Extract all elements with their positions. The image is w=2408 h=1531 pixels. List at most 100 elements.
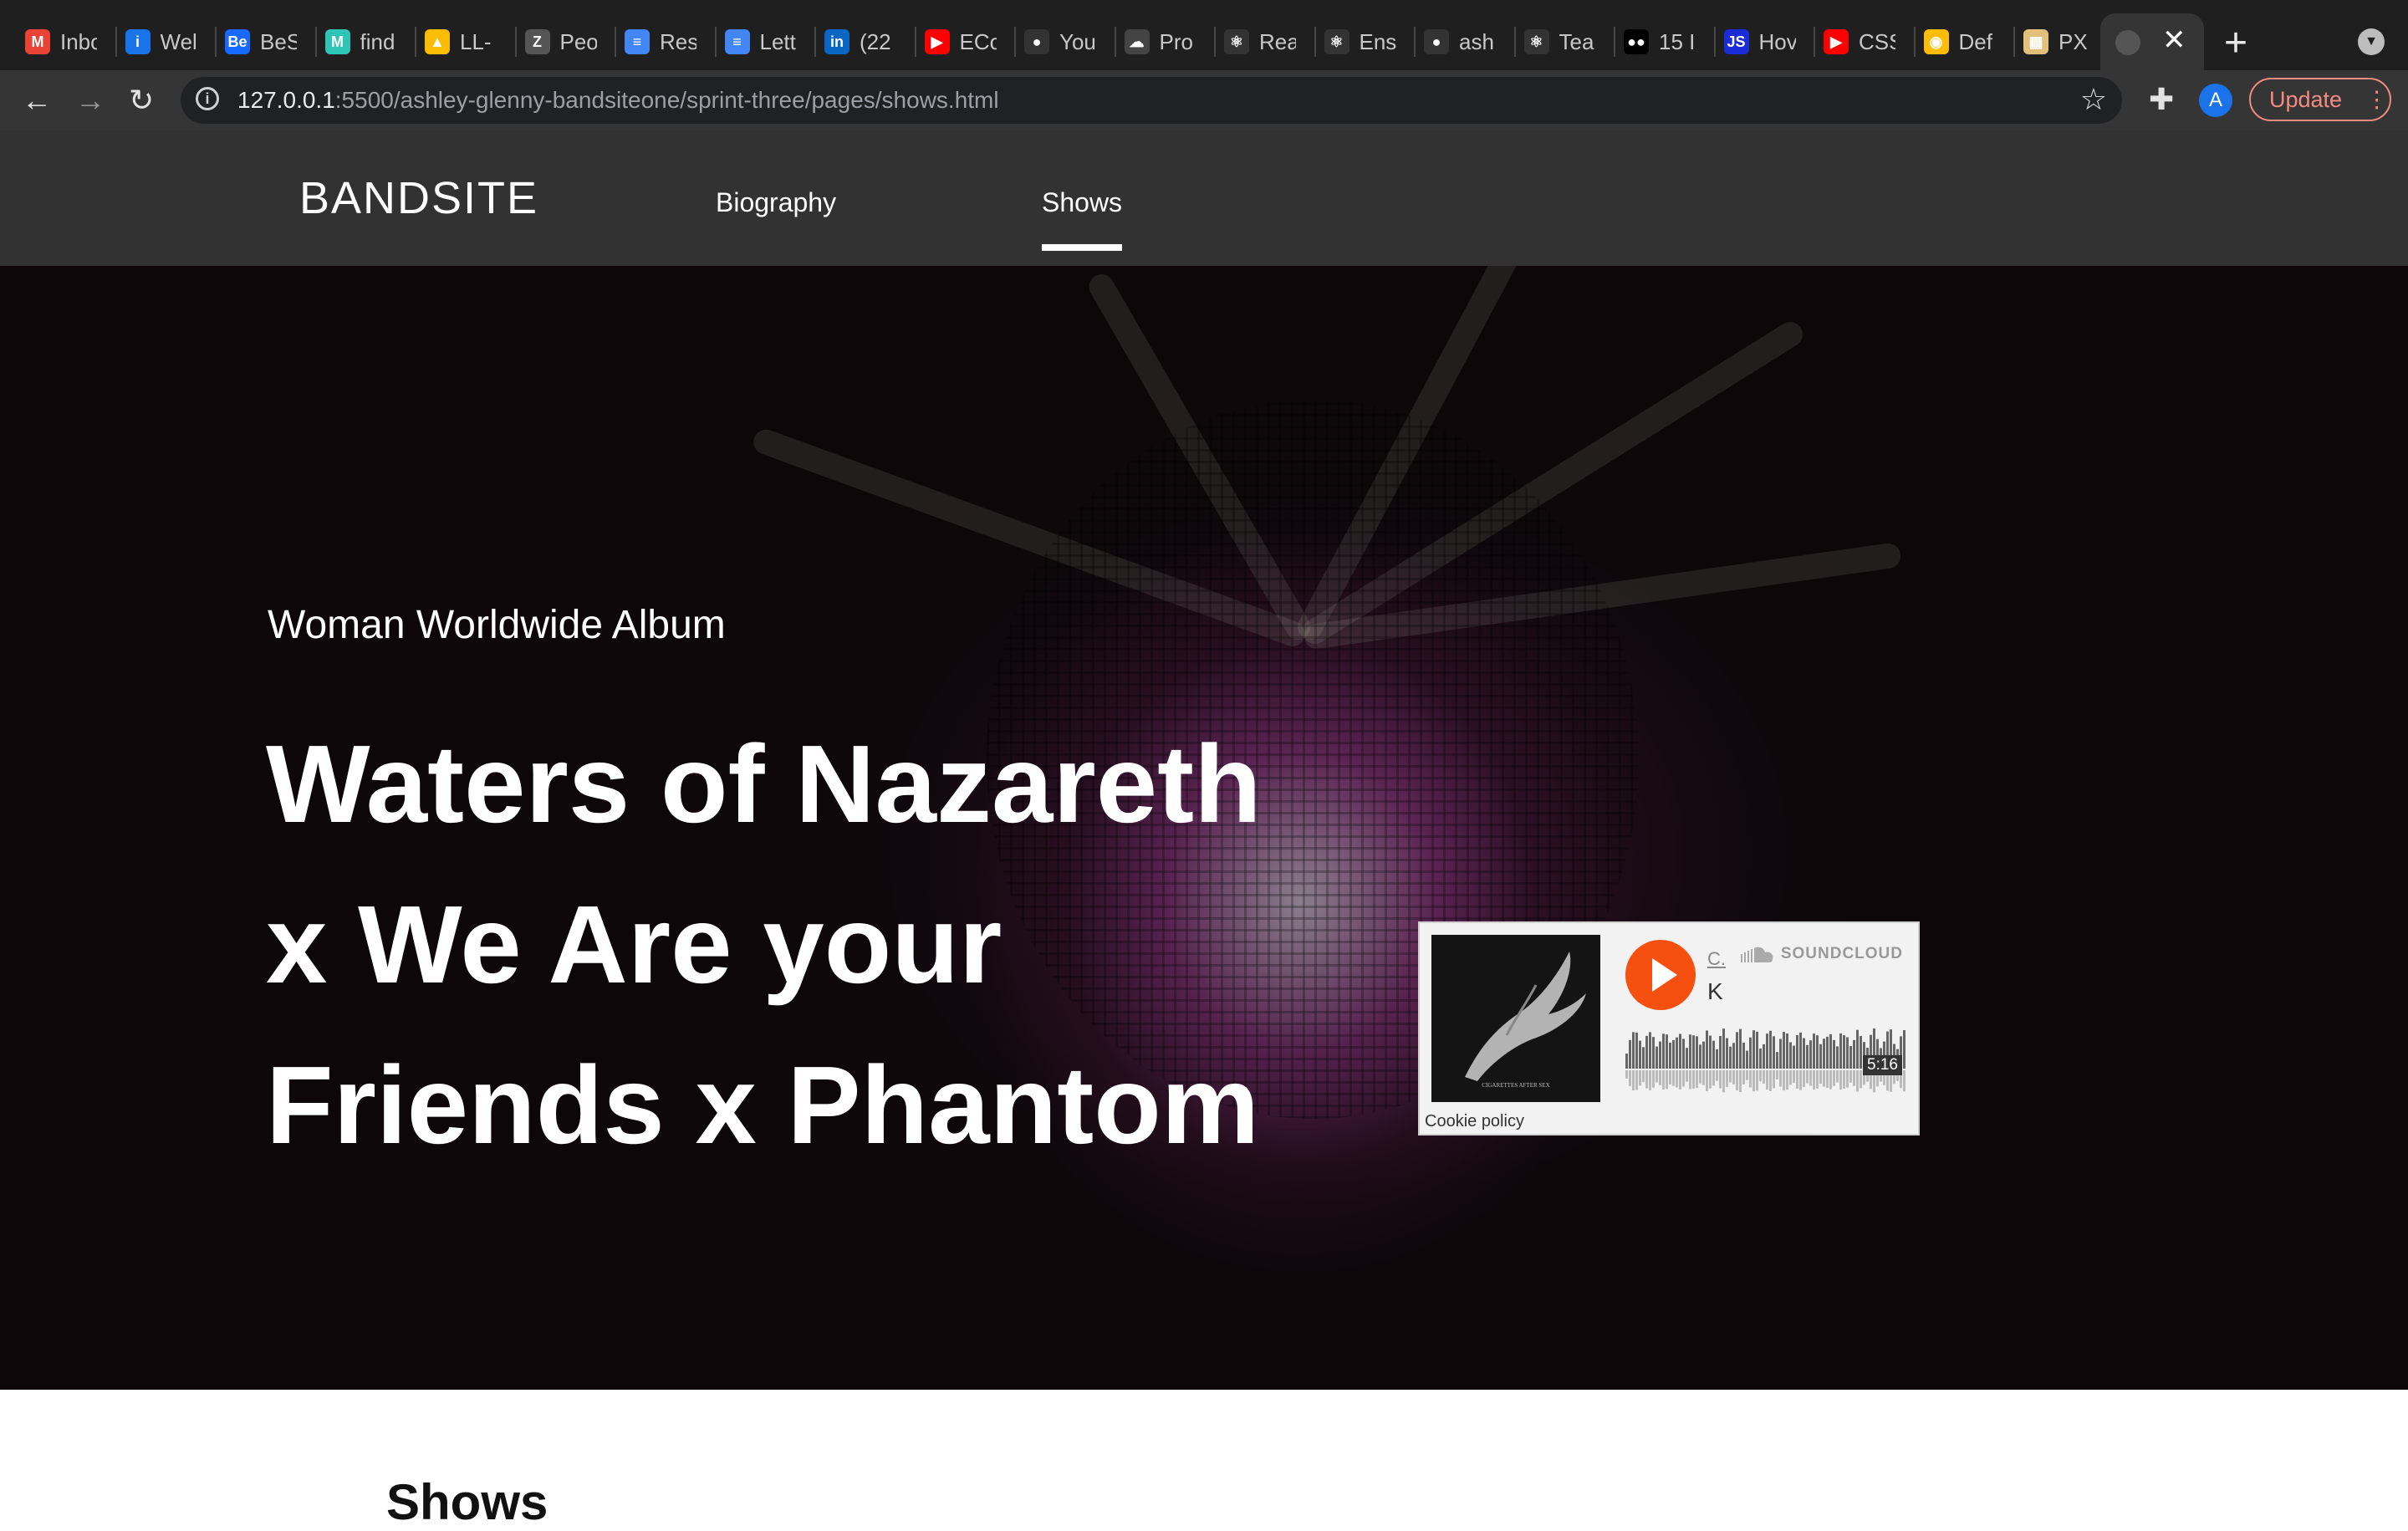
back-icon[interactable]: ← [22, 80, 52, 120]
browser-tab[interactable]: M Inbo [25, 18, 97, 65]
play-button[interactable] [1625, 940, 1696, 1010]
browser-tab[interactable]: ▶ CSS [1824, 18, 1895, 65]
tab-separator [1414, 27, 1416, 57]
waveform-bar [1699, 1044, 1701, 1069]
waveform-reflection [1796, 1070, 1798, 1090]
browser-tab-label: PX [2059, 28, 2088, 54]
waveform-bar [1742, 1042, 1745, 1069]
waveform-reflection [1739, 1070, 1742, 1093]
browser-tab[interactable]: ● You [1024, 18, 1096, 65]
browser-tab[interactable]: ⚛ Tea [1523, 18, 1596, 65]
browser-tab[interactable]: ≡ Lett [724, 18, 797, 65]
soundcloud-brand[interactable]: SOUNDCLOUD [1740, 945, 1903, 963]
waveform-reflection [1676, 1070, 1678, 1088]
browser-tab[interactable]: JS Hov [1723, 18, 1796, 65]
tab-separator [1114, 27, 1116, 57]
waveform-reflection [1776, 1070, 1778, 1079]
track-title[interactable]: K [1707, 978, 1723, 1005]
browser-tab[interactable]: Mfind [324, 18, 397, 65]
waveform-reflection [1632, 1070, 1635, 1091]
browser-tab[interactable]: ≡ Res [625, 18, 696, 65]
browser-tab[interactable]: ☁ Pro [1124, 18, 1196, 65]
site-logo[interactable]: BANDSITE [299, 172, 538, 224]
waveform-bar [1696, 1036, 1698, 1069]
waveform-reflection [1629, 1070, 1631, 1086]
waveform-bar [1769, 1030, 1772, 1069]
reload-icon[interactable]: ↻ [129, 80, 154, 120]
browser-tab[interactable]: ▦ PX [2023, 18, 2095, 65]
soundcloud-player[interactable]: CIGARETTES AFTER SEX C. K SOUNDCLOUD 5:1… [1418, 921, 1920, 1135]
waveform-bar [1719, 1035, 1722, 1069]
bookmark-star-icon[interactable]: ☆ [2080, 82, 2107, 117]
browser-tab[interactable]: ● ash [1424, 18, 1496, 65]
waveform-reflection [1732, 1070, 1735, 1084]
google-drive-icon: ▲ [425, 29, 450, 54]
waveform-bar [1656, 1046, 1658, 1069]
browser-tab[interactable]: ⚛ Ens [1324, 18, 1396, 65]
hero-kicker: Woman Worldwide Album [268, 603, 726, 647]
profile-avatar[interactable]: A [2199, 84, 2232, 117]
update-label: Update [2269, 86, 2343, 112]
album-artwork[interactable]: CIGARETTES AFTER SEX [1431, 935, 1600, 1102]
behance-icon: Be [225, 29, 250, 54]
tab-separator [615, 27, 616, 57]
waveform-reflection [1819, 1070, 1822, 1084]
new-tab-button[interactable]: + [2224, 20, 2247, 66]
kebab-menu-icon[interactable]: ⋮ [2365, 87, 2388, 113]
waveform-bar [1752, 1030, 1755, 1069]
address-bar[interactable]: i 127.0.0.1:5500/ashley-glenny-bandsiteo… [181, 77, 2122, 124]
waveform-reflection [1666, 1070, 1668, 1090]
close-tab-icon[interactable]: ✕ [2162, 23, 2186, 57]
gmail-icon: M [25, 29, 50, 54]
browser-tab[interactable]: Z Peo [524, 18, 597, 65]
waveform-reflection [1642, 1070, 1645, 1083]
youtube-icon: ▶ [1824, 29, 1849, 54]
waveform-reflection [1689, 1070, 1691, 1090]
forward-icon[interactable]: → [75, 80, 105, 120]
google-docs-icon: ≡ [625, 29, 650, 54]
waveform-bar [1903, 1030, 1905, 1069]
waveform-reflection [1659, 1070, 1661, 1085]
browser-tab[interactable]: ▶ ECo [924, 18, 997, 65]
browser-tab-label: CSS [1859, 28, 1895, 54]
soundcloud-logo-icon [1740, 947, 1773, 962]
browser-tab[interactable]: Be BeS [225, 18, 297, 65]
waveform-bar [1726, 1038, 1728, 1069]
waveform-reflection [1783, 1070, 1785, 1091]
artist-link[interactable]: C. [1707, 948, 1726, 970]
browser-tab[interactable]: ●● 15 I [1624, 18, 1696, 65]
nav-link-shows[interactable]: Shows [1042, 187, 1122, 218]
extensions-puzzle-icon[interactable]: ✚ [2149, 82, 2174, 117]
waveform-bar [1746, 1050, 1748, 1069]
waveform-bar [1849, 1046, 1852, 1069]
site-info-icon[interactable]: i [196, 87, 219, 110]
waveform-reflection [1766, 1070, 1768, 1090]
tab-separator [215, 27, 217, 57]
waveform-bar [1833, 1039, 1835, 1069]
tab-search-icon[interactable]: ▼ [2358, 28, 2385, 55]
browser-tab[interactable]: ▲ LL- [425, 18, 497, 65]
waveform-bar [1836, 1046, 1839, 1069]
youtube-icon: ▶ [924, 29, 950, 54]
waveform-bar [1823, 1039, 1825, 1069]
browser-tab[interactable]: ◉ Def [1923, 18, 1996, 65]
hero-title-line: Waters of Nazareth [266, 722, 1262, 845]
browser-tab[interactable]: i Wel [125, 18, 197, 65]
tab-separator [714, 27, 717, 57]
active-nav-indicator [1042, 244, 1122, 251]
browser-tab[interactable]: ⚛ Rea [1224, 18, 1296, 65]
waveform-reflection [1860, 1070, 1862, 1089]
waveform-bar [1645, 1035, 1648, 1069]
waveform-reflection [1712, 1070, 1715, 1086]
cookie-policy-link[interactable]: Cookie policy [1425, 1112, 1524, 1131]
url-text[interactable]: 127.0.0.1:5500/ashley-glenny-bandsiteone… [237, 87, 999, 114]
waveform-reflection [1836, 1070, 1839, 1083]
update-button[interactable]: Update ⋮ [2249, 78, 2391, 121]
browser-tab-label: Lett [759, 28, 796, 54]
waveform-bar [1702, 1041, 1705, 1069]
waveform-bar [1682, 1039, 1685, 1069]
waveform-bar [1689, 1034, 1691, 1069]
waveform-bar [1846, 1037, 1849, 1069]
nav-link-biography[interactable]: Biography [716, 187, 836, 218]
browser-tab[interactable]: in (22 [824, 18, 896, 65]
